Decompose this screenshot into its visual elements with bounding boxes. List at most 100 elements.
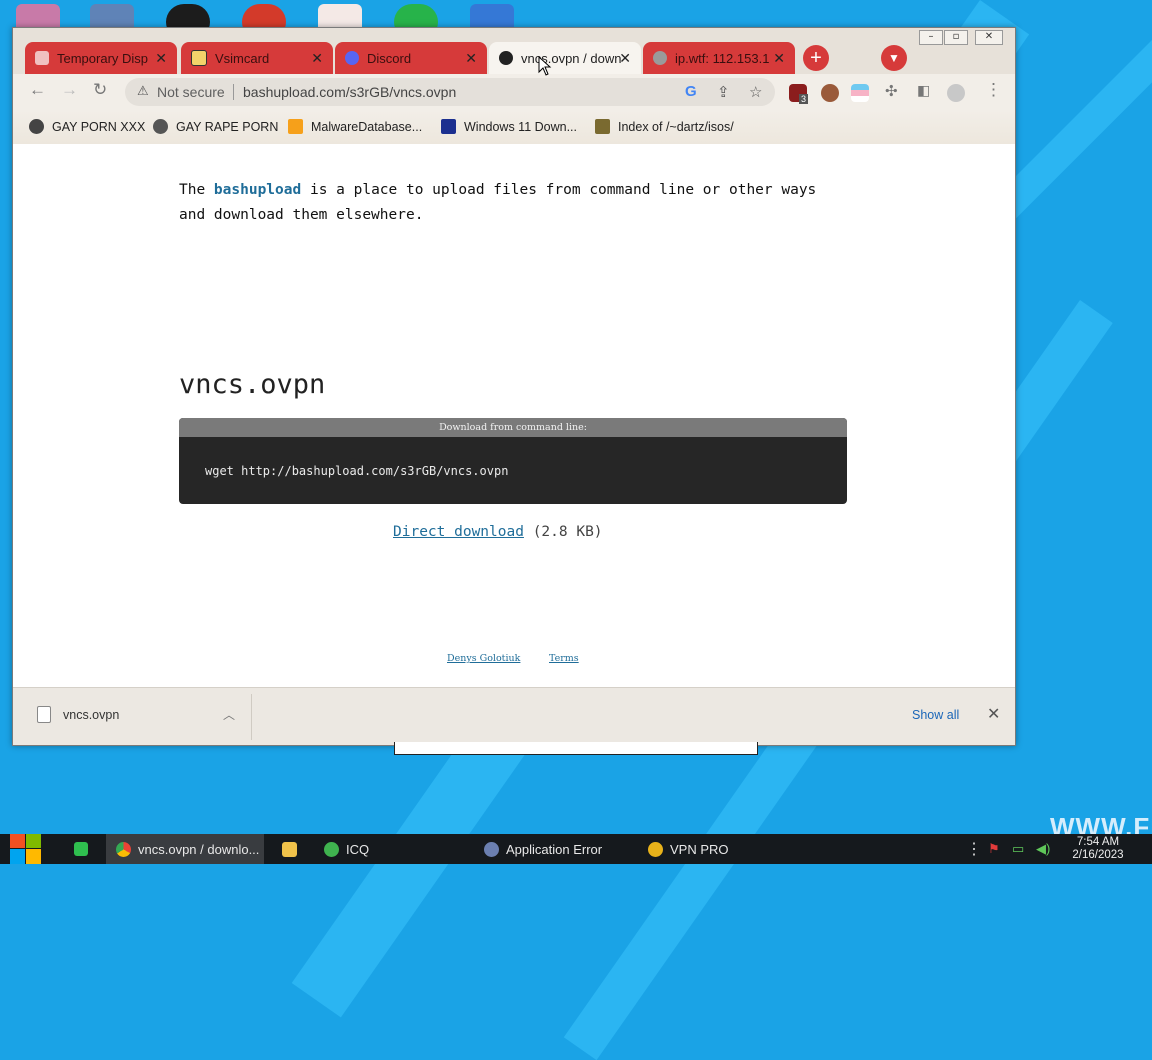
taskbar-item-app-error[interactable]: Application Error bbox=[476, 834, 634, 864]
globe-icon bbox=[153, 119, 168, 134]
direct-download-link[interactable]: Direct download bbox=[393, 524, 524, 540]
browser-toolbar: ← → ↻ ⚠ Not secure bashupload.com/s3rGB/… bbox=[13, 74, 1015, 110]
security-label[interactable]: Not secure bbox=[157, 84, 225, 100]
file-size: (2.8 KB) bbox=[532, 524, 603, 540]
bookmark-item[interactable]: MalwareDatabase... bbox=[288, 119, 422, 134]
green-app-icon[interactable] bbox=[74, 842, 88, 856]
warning-icon: ⚠ bbox=[137, 83, 149, 98]
command-box: Download from command line: wget http://… bbox=[179, 418, 847, 504]
bookmark-star-icon[interactable]: ☆ bbox=[749, 83, 762, 101]
download-bar: vncs.ovpn ︿ Show all ✕ bbox=[13, 687, 1015, 745]
file-title: vncs.ovpn bbox=[179, 369, 326, 400]
bookmark-label: GAY RAPE PORN bbox=[176, 119, 279, 134]
footer-author-link[interactable]: Denys Golotiuk bbox=[447, 653, 520, 664]
page-content: The bashupload is a place to upload file… bbox=[13, 144, 1015, 687]
tab-vsimcard[interactable]: Vsimcard ✕ bbox=[181, 42, 333, 74]
mouse-cursor-icon bbox=[538, 56, 552, 76]
app-error-icon bbox=[484, 841, 499, 857]
close-download-bar-icon[interactable]: ✕ bbox=[987, 704, 1000, 724]
side-panel-icon[interactable]: ◧ bbox=[917, 82, 930, 99]
folder-tree-icon bbox=[595, 119, 610, 134]
bashupload-link[interactable]: bashupload bbox=[214, 182, 301, 198]
bookmark-site-icon bbox=[29, 119, 44, 134]
bookmark-label: Index of /~dartz/isos/ bbox=[618, 119, 734, 134]
taskbar-item-label: ICQ bbox=[346, 841, 370, 857]
menu-kebab-icon[interactable]: ⋮ bbox=[985, 80, 1002, 100]
profile-avatar-icon[interactable] bbox=[947, 84, 965, 102]
close-tab-icon[interactable]: ✕ bbox=[311, 50, 323, 67]
bookmark-item[interactable]: GAY PORN XXX bbox=[29, 119, 145, 134]
download-line: Direct download (2.8 KB) bbox=[393, 524, 603, 540]
address-separator bbox=[233, 84, 234, 100]
flag-extension-icon[interactable] bbox=[851, 84, 869, 102]
sim-card-icon bbox=[191, 50, 207, 66]
chrome-icon bbox=[116, 841, 131, 857]
url-text[interactable]: bashupload.com/s3rGB/vncs.ovpn bbox=[243, 84, 456, 100]
forward-icon[interactable]: → bbox=[61, 80, 78, 100]
close-window-button[interactable]: ✕ bbox=[975, 30, 1003, 45]
bookmark-item[interactable]: GAY RAPE PORN bbox=[153, 119, 278, 134]
taskbar: vncs.ovpn / downlo... ICQ Application Er… bbox=[0, 834, 1152, 864]
tab-label: Vsimcard bbox=[215, 50, 270, 66]
taskbar-item-label: VPN PRO bbox=[670, 841, 729, 857]
clock-date: 2/16/2023 bbox=[1072, 849, 1124, 861]
bookmark-label: MalwareDatabase... bbox=[311, 119, 423, 134]
bookmark-item[interactable]: Index of /~dartz/isos/ bbox=[595, 119, 734, 134]
cloud-upload-icon bbox=[499, 51, 513, 65]
folder-icon bbox=[282, 841, 297, 857]
network-icon[interactable]: ▭ bbox=[1012, 841, 1024, 857]
extensions-puzzle-icon[interactable]: ✣ bbox=[885, 82, 898, 100]
tab-strip: – ▫ ✕ Temporary Disp ✕ Vsimcard ✕ Discor… bbox=[13, 28, 1015, 74]
taskbar-item-explorer[interactable] bbox=[274, 834, 314, 864]
x-logo-icon bbox=[441, 119, 456, 134]
tab-search-button[interactable]: ▼ bbox=[881, 45, 907, 71]
footer-terms-link[interactable]: Terms bbox=[549, 653, 579, 664]
tab-label: Temporary Disp bbox=[57, 50, 149, 66]
start-windows-icon[interactable] bbox=[10, 834, 44, 864]
bookmark-label: Windows 11 Down... bbox=[464, 119, 578, 134]
tab-temporary-disp[interactable]: Temporary Disp ✕ bbox=[25, 42, 177, 74]
tab-label: Discord bbox=[367, 50, 412, 66]
avatar-extension-icon[interactable] bbox=[821, 84, 839, 102]
command-text[interactable]: wget http://bashupload.com/s3rGB/vncs.ov… bbox=[205, 464, 508, 478]
extension-badge: 3 bbox=[799, 94, 809, 104]
clock[interactable]: 7:54 AM 2/16/2023 bbox=[1066, 836, 1130, 862]
chevron-up-icon[interactable]: ︿ bbox=[223, 706, 235, 723]
close-tab-icon[interactable]: ✕ bbox=[773, 50, 785, 67]
tab-label: ip.wtf: 112.153.1 bbox=[675, 50, 770, 66]
taskbar-item-icq[interactable]: ICQ bbox=[316, 834, 466, 864]
taskbar-item-chrome[interactable]: vncs.ovpn / downlo... bbox=[106, 834, 264, 864]
mail-icon bbox=[35, 51, 49, 65]
close-tab-icon[interactable]: ✕ bbox=[619, 50, 631, 67]
tab-vncs-ovpn[interactable]: vncs.ovpn / down ✕ bbox=[489, 42, 641, 74]
reload-icon[interactable]: ↻ bbox=[93, 80, 107, 100]
vpn-icon bbox=[648, 841, 663, 857]
address-bar[interactable]: ⚠ Not secure bashupload.com/s3rGB/vncs.o… bbox=[125, 78, 775, 106]
share-icon[interactable]: ⇪ bbox=[717, 83, 730, 101]
background-window-edge bbox=[394, 742, 758, 755]
new-tab-button[interactable]: + bbox=[803, 45, 829, 71]
clock-time: 7:54 AM bbox=[1076, 836, 1120, 848]
flag-icon[interactable]: ⚑ bbox=[988, 841, 1000, 857]
volume-icon[interactable]: ◀) bbox=[1036, 841, 1050, 857]
tab-ip-wtf[interactable]: ip.wtf: 112.153.1 ✕ bbox=[643, 42, 795, 74]
tab-discord[interactable]: Discord ✕ bbox=[335, 42, 487, 74]
close-tab-icon[interactable]: ✕ bbox=[465, 50, 477, 67]
ph-icon bbox=[288, 119, 303, 134]
minimize-button[interactable]: – bbox=[919, 30, 943, 45]
taskbar-item-label: vncs.ovpn / downlo... bbox=[138, 841, 260, 857]
download-filename[interactable]: vncs.ovpn bbox=[63, 708, 119, 722]
google-icon[interactable]: G bbox=[685, 83, 697, 100]
intro-prefix: The bbox=[179, 182, 214, 198]
bookmark-item[interactable]: Windows 11 Down... bbox=[441, 119, 577, 134]
back-icon[interactable]: ← bbox=[29, 80, 46, 100]
intro-text: The bashupload is a place to upload file… bbox=[179, 178, 819, 228]
overflow-kebab-icon[interactable]: ⋮ bbox=[966, 839, 982, 859]
bookmark-label: GAY PORN XXX bbox=[52, 119, 146, 134]
icq-icon bbox=[324, 841, 339, 857]
show-all-button[interactable]: Show all bbox=[912, 708, 959, 722]
maximize-button[interactable]: ▫ bbox=[944, 30, 968, 45]
taskbar-item-vpn-pro[interactable]: VPN PRO bbox=[640, 834, 796, 864]
bookmarks-bar: GAY PORN XXX GAY RAPE PORN MalwareDataba… bbox=[13, 110, 1015, 144]
close-tab-icon[interactable]: ✕ bbox=[155, 50, 167, 67]
